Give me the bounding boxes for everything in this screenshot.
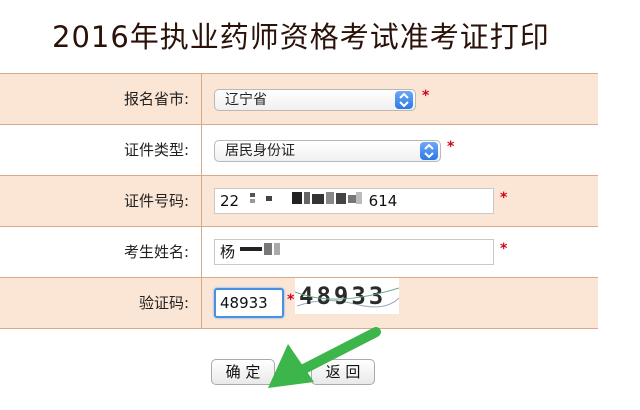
captcha-field-cell: 48933 * 48933 bbox=[212, 278, 598, 328]
up-down-chevron-icon bbox=[420, 142, 438, 160]
captcha-input[interactable]: 48933 bbox=[214, 288, 284, 318]
name-field-cell: 杨 * bbox=[212, 227, 598, 277]
back-button[interactable]: 返 回 bbox=[311, 359, 375, 385]
province-field-cell: 辽宁省 * bbox=[212, 74, 598, 124]
form-row-id-number: 证件号码: 22 614 * bbox=[0, 176, 598, 227]
province-select[interactable]: 辽宁省 bbox=[214, 89, 416, 111]
pixelation-mask bbox=[244, 189, 364, 213]
form-row-captcha: 验证码: 48933 * 48933 bbox=[0, 278, 598, 329]
id-type-label: 证件类型: bbox=[0, 125, 202, 175]
id-type-field-cell: 居民身份证 * bbox=[212, 125, 598, 175]
up-down-chevron-icon bbox=[395, 91, 413, 109]
id-type-select-value: 居民身份证 bbox=[225, 143, 295, 159]
form-row-name: 考生姓名: 杨 * bbox=[0, 227, 598, 278]
required-marker: * bbox=[422, 88, 430, 104]
exam-ticket-form: 报名省市: 辽宁省 * 证件类型: 居民身份证 * 证件号码: 22 614 *… bbox=[0, 73, 598, 393]
id-number-field-cell: 22 614 * bbox=[212, 176, 598, 226]
id-number-suffix: 614 bbox=[368, 192, 398, 210]
required-marker: * bbox=[500, 241, 508, 257]
required-marker: * bbox=[447, 139, 455, 155]
id-number-prefix: 22 bbox=[220, 192, 240, 210]
name-label: 考生姓名: bbox=[0, 227, 202, 277]
form-row-province: 报名省市: 辽宁省 * bbox=[0, 74, 598, 125]
required-marker: * bbox=[287, 292, 295, 308]
id-number-label: 证件号码: bbox=[0, 176, 202, 226]
pixelation-mask bbox=[239, 240, 288, 264]
captcha-image-text: 48933 bbox=[299, 282, 386, 310]
required-marker: * bbox=[500, 190, 508, 206]
name-input[interactable]: 杨 bbox=[214, 239, 494, 265]
province-select-value: 辽宁省 bbox=[225, 92, 267, 108]
captcha-label: 验证码: bbox=[0, 278, 202, 328]
page-title: 2016年执业药师资格考试准考证打印 bbox=[52, 20, 550, 54]
name-prefix: 杨 bbox=[220, 243, 236, 261]
province-label: 报名省市: bbox=[0, 74, 202, 124]
id-type-select[interactable]: 居民身份证 bbox=[214, 140, 441, 162]
confirm-button[interactable]: 确 定 bbox=[211, 359, 275, 385]
form-actions: 确 定 返 回 bbox=[0, 329, 598, 393]
form-row-id-type: 证件类型: 居民身份证 * bbox=[0, 125, 598, 176]
id-number-input[interactable]: 22 614 bbox=[214, 188, 494, 214]
captcha-image[interactable]: 48933 bbox=[294, 278, 400, 314]
